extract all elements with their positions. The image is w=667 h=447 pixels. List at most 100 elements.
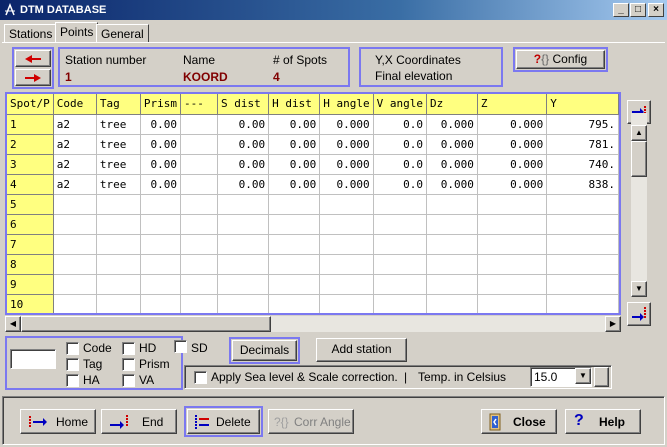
horizontal-scroll-thumb[interactable] xyxy=(21,316,271,332)
points-grid[interactable]: Spot/P Code Tag Prism --- S dist H dist H angle… xyxy=(5,92,621,315)
grid-cell-y[interactable]: 795. xyxy=(546,114,619,135)
add-station-button[interactable]: Add station xyxy=(316,338,407,362)
grid-cell-dz[interactable] xyxy=(426,194,478,215)
grid-cell-y[interactable] xyxy=(546,214,619,235)
grid-cell-dash[interactable] xyxy=(180,254,219,275)
grid-cell-tag[interactable] xyxy=(96,294,141,313)
grid-cell-y[interactable]: 740. xyxy=(546,154,619,175)
table-row[interactable]: 3 a2 tree 0.00 0.00 0.00 0.000 0.0 0.000 0.000 740… xyxy=(7,154,619,175)
grid-cell-code[interactable] xyxy=(53,274,97,295)
count-input[interactable] xyxy=(10,349,56,369)
grid-cell-dash[interactable] xyxy=(180,114,219,135)
grid-cell-prism[interactable] xyxy=(140,234,181,255)
grid-cell-hangle[interactable] xyxy=(319,194,374,215)
grid-cell-sdist[interactable] xyxy=(217,294,270,313)
grid-cell-prism[interactable]: 0.00 xyxy=(140,134,181,155)
chevron-down-icon[interactable]: ▼ xyxy=(575,368,591,384)
grid-cell-z[interactable] xyxy=(477,234,548,255)
grid-column-header[interactable]: Code xyxy=(53,94,97,115)
grid-cell-dz[interactable]: 0.000 xyxy=(426,154,478,175)
grid-cell-tag[interactable]: tree xyxy=(96,174,141,195)
grid-cell-code[interactable]: a2 xyxy=(53,174,97,195)
prism-checkbox[interactable] xyxy=(122,358,135,371)
grid-cell-hdist[interactable]: 0.00 xyxy=(268,174,321,195)
grid-cell-vangle[interactable] xyxy=(373,194,428,215)
grid-cell-y[interactable] xyxy=(546,294,619,313)
temp-select[interactable]: 15.0 ▼ xyxy=(530,367,592,387)
scroll-up-arrow[interactable]: ▲ xyxy=(631,125,647,141)
grid-cell-vangle[interactable] xyxy=(373,214,428,235)
grid-cell-prism[interactable]: 0.00 xyxy=(140,174,181,195)
grid-column-header[interactable]: Z xyxy=(477,94,548,115)
grid-cell-vangle[interactable] xyxy=(373,274,428,295)
row-number[interactable]: 2 xyxy=(7,134,54,155)
grid-cell-sdist[interactable] xyxy=(217,234,270,255)
table-row[interactable]: 4 a2 tree 0.00 0.00 0.00 0.000 0.0 0.000 0.000 838… xyxy=(7,174,619,195)
grid-cell-y[interactable] xyxy=(546,254,619,275)
grid-column-header[interactable]: S dist xyxy=(217,94,270,115)
grid-cell-code[interactable] xyxy=(53,294,97,313)
grid-cell-prism[interactable] xyxy=(140,294,181,313)
grid-cell-tag[interactable]: tree xyxy=(96,154,141,175)
row-number[interactable]: 6 xyxy=(7,214,54,235)
scroll-down-arrow[interactable]: ▼ xyxy=(631,281,647,297)
grid-cell-z[interactable] xyxy=(477,254,548,275)
grid-cell-hangle[interactable] xyxy=(319,294,374,313)
grid-cell-code[interactable] xyxy=(53,214,97,235)
grid-cell-code[interactable]: a2 xyxy=(53,134,97,155)
grid-cell-y[interactable]: 838. xyxy=(546,174,619,195)
sd-checkbox[interactable] xyxy=(174,340,187,353)
grid-column-header[interactable]: Spot/P xyxy=(7,94,54,115)
grid-cell-prism[interactable]: 0.00 xyxy=(140,114,181,135)
grid-cell-dz[interactable]: 0.000 xyxy=(426,114,478,135)
grid-cell-sdist[interactable]: 0.00 xyxy=(217,154,270,175)
grid-cell-code[interactable] xyxy=(53,254,97,275)
scroll-bottom-button[interactable] xyxy=(627,302,651,326)
grid-cell-code[interactable] xyxy=(53,234,97,255)
grid-cell-hdist[interactable] xyxy=(268,194,321,215)
grid-cell-hangle[interactable] xyxy=(319,214,374,235)
grid-cell-hdist[interactable] xyxy=(268,214,321,235)
grid-cell-dash[interactable] xyxy=(180,274,219,295)
scroll-right-arrow[interactable]: ▶ xyxy=(605,316,621,332)
home-button[interactable]: Home xyxy=(20,409,96,434)
grid-cell-y[interactable] xyxy=(546,234,619,255)
grid-cell-hdist[interactable] xyxy=(268,274,321,295)
grid-cell-code[interactable] xyxy=(53,194,97,215)
grid-cell-dz[interactable] xyxy=(426,234,478,255)
grid-cell-vangle[interactable]: 0.0 xyxy=(373,114,428,135)
grid-cell-dz[interactable]: 0.000 xyxy=(426,174,478,195)
grid-cell-y[interactable]: 781. xyxy=(546,134,619,155)
grid-cell-sdist[interactable] xyxy=(217,274,270,295)
grid-cell-tag[interactable]: tree xyxy=(96,114,141,135)
end-button[interactable]: End xyxy=(101,409,177,434)
grid-cell-dz[interactable] xyxy=(426,294,478,313)
grid-cell-tag[interactable] xyxy=(96,274,141,295)
grid-cell-tag[interactable] xyxy=(96,254,141,275)
grid-cell-sdist[interactable] xyxy=(217,254,270,275)
hd-checkbox[interactable] xyxy=(122,342,135,355)
row-number[interactable]: 1 xyxy=(7,114,54,135)
grid-cell-prism[interactable] xyxy=(140,214,181,235)
grid-column-header[interactable]: V angle xyxy=(373,94,428,115)
grid-cell-vangle[interactable] xyxy=(373,234,428,255)
vertical-scrollbar[interactable]: ▲ ▼ xyxy=(631,113,647,297)
table-row[interactable]: 7 xyxy=(7,234,619,255)
table-row[interactable]: 10 xyxy=(7,294,619,313)
corr-angle-button[interactable]: ?{} Corr Angle xyxy=(268,409,354,434)
grid-cell-z[interactable] xyxy=(477,214,548,235)
grid-cell-hangle[interactable]: 0.000 xyxy=(319,174,374,195)
grid-column-header[interactable]: H angle xyxy=(319,94,374,115)
grid-cell-hangle[interactable] xyxy=(319,254,374,275)
grid-cell-hdist[interactable] xyxy=(268,254,321,275)
grid-cell-hdist[interactable]: 0.00 xyxy=(268,154,321,175)
grid-cell-tag[interactable] xyxy=(96,214,141,235)
vertical-scroll-thumb[interactable] xyxy=(631,141,647,177)
grid-cell-dz[interactable] xyxy=(426,274,478,295)
grid-cell-code[interactable]: a2 xyxy=(53,114,97,135)
grid-column-header[interactable]: H dist xyxy=(268,94,321,115)
grid-cell-dz[interactable]: 0.000 xyxy=(426,134,478,155)
config-button[interactable]: ?{} Config xyxy=(516,50,605,69)
grid-cell-hangle[interactable]: 0.000 xyxy=(319,154,374,175)
grid-column-header[interactable]: Y xyxy=(546,94,619,115)
